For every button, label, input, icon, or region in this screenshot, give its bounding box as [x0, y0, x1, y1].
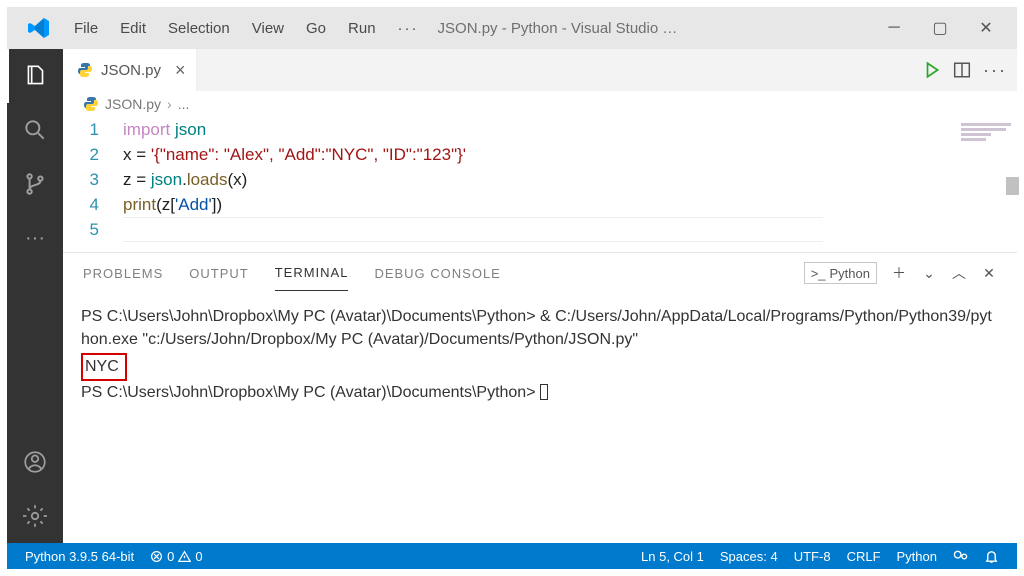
- tab-bar: JSON.py × ···: [63, 49, 1017, 91]
- breadcrumb-separator: ›: [167, 96, 172, 112]
- status-encoding[interactable]: UTF-8: [786, 549, 839, 564]
- terminal-dropdown-button[interactable]: ⌄: [921, 265, 937, 281]
- status-language[interactable]: Python: [889, 549, 945, 564]
- minimap[interactable]: [961, 121, 1011, 151]
- panel-tab-output[interactable]: OUTPUT: [189, 256, 248, 291]
- bottom-panel: PROBLEMS OUTPUT TERMINAL DEBUG CONSOLE >…: [63, 252, 1017, 543]
- tab-json-py[interactable]: JSON.py ×: [63, 49, 197, 91]
- status-indent[interactable]: Spaces: 4: [712, 549, 786, 564]
- terminal-output-highlight: NYC: [81, 353, 127, 380]
- terminal-cursor: [540, 384, 548, 400]
- panel-tabs: PROBLEMS OUTPUT TERMINAL DEBUG CONSOLE >…: [63, 253, 1017, 293]
- window-title: JSON.py - Python - Visual Studio …: [438, 20, 678, 37]
- activity-settings[interactable]: [7, 489, 63, 543]
- error-icon: [150, 550, 163, 563]
- vscode-logo-icon: [27, 16, 51, 40]
- new-terminal-button[interactable]: ＋: [891, 265, 907, 281]
- title-bar: File Edit Selection View Go Run ··· JSON…: [7, 7, 1017, 49]
- status-cursor-position[interactable]: Ln 5, Col 1: [633, 549, 712, 564]
- panel-maximize-button[interactable]: ︿: [951, 265, 967, 281]
- panel-tab-terminal[interactable]: TERMINAL: [275, 255, 349, 291]
- editor-group: JSON.py × ··· JSON.py › ...: [63, 49, 1017, 543]
- bell-icon: [984, 549, 999, 564]
- split-editor-button[interactable]: [953, 61, 971, 79]
- menu-file[interactable]: File: [63, 20, 109, 37]
- tab-close-button[interactable]: ×: [175, 60, 186, 81]
- window-close-button[interactable]: ✕: [963, 18, 1009, 38]
- menu-go[interactable]: Go: [295, 20, 337, 37]
- window-minimize-button[interactable]: ─: [871, 19, 917, 37]
- terminal-profile-selector[interactable]: >_Python: [804, 262, 877, 284]
- activity-account[interactable]: [7, 435, 63, 489]
- vscode-window: File Edit Selection View Go Run ··· JSON…: [0, 0, 1024, 576]
- run-button[interactable]: [923, 61, 941, 79]
- activity-more[interactable]: ···: [7, 211, 63, 265]
- panel-tab-problems[interactable]: PROBLEMS: [83, 256, 163, 291]
- account-icon: [22, 449, 48, 475]
- menu-run[interactable]: Run: [337, 20, 387, 37]
- status-eol[interactable]: CRLF: [839, 549, 889, 564]
- python-file-icon: [77, 62, 93, 78]
- status-bar: Python 3.9.5 64-bit 0 0 Ln 5, Col 1 Spac…: [7, 543, 1017, 569]
- gear-icon: [22, 503, 48, 529]
- editor-scrollbar[interactable]: [1006, 177, 1019, 195]
- menu-selection[interactable]: Selection: [157, 20, 241, 37]
- terminal[interactable]: PS C:\Users\John\Dropbox\My PC (Avatar)\…: [63, 293, 1017, 543]
- activity-bar: ···: [7, 49, 63, 543]
- breadcrumb-more: ...: [178, 96, 190, 112]
- tab-label: JSON.py: [101, 62, 161, 79]
- menu-view[interactable]: View: [241, 20, 295, 37]
- activity-source-control[interactable]: [7, 157, 63, 211]
- window-maximize-button[interactable]: ▢: [917, 18, 963, 38]
- status-problems[interactable]: 0 0: [142, 549, 210, 564]
- menu-edit[interactable]: Edit: [109, 20, 157, 37]
- breadcrumb-file: JSON.py: [105, 96, 161, 112]
- python-file-icon: [83, 96, 99, 112]
- terminal-line: PS C:\Users\John\Dropbox\My PC (Avatar)\…: [81, 381, 999, 404]
- search-icon: [22, 117, 48, 143]
- panel-close-button[interactable]: ✕: [981, 265, 997, 281]
- breadcrumb[interactable]: JSON.py › ...: [63, 91, 1017, 117]
- warning-icon: [178, 550, 191, 563]
- status-python-version[interactable]: Python 3.9.5 64-bit: [17, 549, 142, 564]
- branch-icon: [22, 171, 48, 197]
- status-notifications-button[interactable]: [976, 549, 1007, 564]
- files-icon: [23, 63, 49, 89]
- editor-more-button[interactable]: ···: [983, 60, 1007, 81]
- panel-tab-debug-console[interactable]: DEBUG CONSOLE: [374, 256, 500, 291]
- feedback-icon: [953, 549, 968, 564]
- activity-explorer[interactable]: [7, 49, 63, 103]
- code-editor[interactable]: 1import json 2x = '{"name": "Alex", "Add…: [63, 117, 1017, 252]
- activity-search[interactable]: [7, 103, 63, 157]
- terminal-line: PS C:\Users\John\Dropbox\My PC (Avatar)\…: [81, 305, 999, 351]
- status-feedback-button[interactable]: [945, 549, 976, 564]
- menu-overflow[interactable]: ···: [387, 20, 430, 37]
